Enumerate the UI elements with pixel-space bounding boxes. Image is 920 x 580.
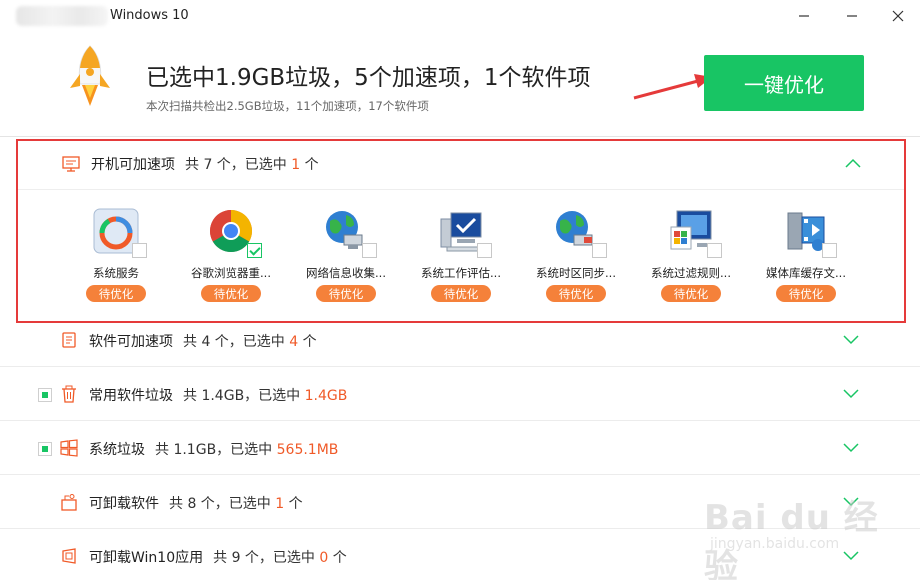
- chevron-down-icon[interactable]: [842, 387, 860, 399]
- item-checkbox[interactable]: [707, 243, 722, 258]
- item-checkbox[interactable]: [592, 243, 607, 258]
- uninstall-box-icon: [61, 494, 77, 511]
- item-name: 系统服务: [93, 266, 139, 280]
- trash-icon: [62, 385, 76, 403]
- section-title: 可卸载Win10应用: [89, 550, 204, 566]
- item-name: 系统时区同步...: [536, 266, 616, 280]
- startup-item[interactable]: 网络信息收集... 待优化: [288, 207, 404, 307]
- monitor-icon: [62, 156, 80, 172]
- item-checkbox[interactable]: [247, 243, 262, 258]
- section-stat: 共 8 个，已选中 1 个: [169, 496, 303, 512]
- section-title: 开机可加速项: [91, 157, 175, 173]
- section-header: 可卸载Win10应用共 9 个，已选中 0 个: [89, 547, 347, 567]
- section-checkbox[interactable]: [38, 442, 52, 456]
- chevron-down-icon[interactable]: [842, 549, 860, 561]
- section-stat: 共 1.1GB，已选中 565.1MB: [155, 442, 339, 458]
- item-name: 网络信息收集...: [306, 266, 386, 280]
- section-header: 系统垃圾共 1.1GB，已选中 565.1MB: [89, 439, 338, 459]
- chevron-down-icon[interactable]: [842, 441, 860, 453]
- pending-badge: 待优化: [776, 285, 836, 302]
- section-title: 常用软件垃圾: [89, 388, 173, 404]
- annotation-arrow: [633, 74, 712, 100]
- startup-item[interactable]: 系统工作评估... 待优化: [403, 207, 519, 307]
- section-title: 系统垃圾: [89, 442, 145, 458]
- section-stat: 共 9 个，已选中 0 个: [213, 550, 347, 566]
- section-header[interactable]: 开机可加速项共 7 个，已选中 1 个: [91, 154, 319, 174]
- windows-icon: [60, 439, 78, 457]
- item-name: 媒体库缓存文...: [766, 266, 846, 280]
- item-checkbox[interactable]: [132, 243, 147, 258]
- item-checkbox[interactable]: [362, 243, 377, 258]
- item-checkbox[interactable]: [477, 243, 492, 258]
- section-header: 软件可加速项共 4 个，已选中 4 个: [89, 331, 317, 351]
- rocket-icon: [70, 45, 110, 106]
- title-bar: Windows 10: [0, 0, 920, 32]
- startup-item[interactable]: 系统时区同步... 待优化: [518, 207, 634, 307]
- scan-summary: 本次扫描共检出2.5GB垃圾，11个加速项，17个软件项: [146, 99, 429, 113]
- item-checkbox[interactable]: [822, 243, 837, 258]
- close-button[interactable]: [884, 4, 912, 28]
- scan-headline: 已选中1.9GB垃圾，5个加速项，1个软件项: [146, 65, 591, 91]
- section-header: 可卸载软件共 8 个，已选中 1 个: [89, 493, 303, 513]
- startup-item[interactable]: 系统服务 待优化: [58, 207, 174, 307]
- uninstallable-win10-apps-section[interactable]: 可卸载Win10应用共 9 个，已选中 0 个: [0, 529, 920, 580]
- section-divider: [18, 189, 904, 190]
- pending-badge: 待优化: [201, 285, 261, 302]
- pending-badge: 待优化: [431, 285, 491, 302]
- common-software-junk-section[interactable]: 常用软件垃圾共 1.4GB，已选中 1.4GB: [0, 367, 920, 421]
- startup-item[interactable]: 媒体库缓存文... 待优化: [748, 207, 864, 307]
- chevron-up-icon[interactable]: [844, 157, 862, 169]
- startup-speedup-section: 开机可加速项共 7 个，已选中 1 个 系统服务 待优化 谷歌浏览器重... 待…: [16, 139, 906, 323]
- uninstallable-software-section[interactable]: 可卸载软件共 8 个，已选中 1 个: [0, 475, 920, 529]
- section-checkbox[interactable]: [38, 388, 52, 402]
- item-name: 系统工作评估...: [421, 266, 501, 280]
- item-name: 系统过滤规则...: [651, 266, 731, 280]
- win10-app-icon: [62, 548, 76, 564]
- header-divider: [0, 136, 920, 137]
- minimize-icon: [799, 15, 809, 17]
- window-title: Windows 10: [110, 8, 189, 23]
- maximize-icon: [847, 15, 857, 17]
- section-header: 常用软件垃圾共 1.4GB，已选中 1.4GB: [89, 385, 347, 405]
- system-junk-section[interactable]: 系统垃圾共 1.1GB，已选中 565.1MB: [0, 421, 920, 475]
- software-speed-icon: [62, 332, 76, 348]
- blurred-app-logo: [16, 6, 108, 26]
- maximize-button[interactable]: [838, 4, 866, 28]
- section-title: 可卸载软件: [89, 496, 159, 512]
- minimize-button[interactable]: [790, 4, 818, 28]
- software-speedup-section[interactable]: 软件可加速项共 4 个，已选中 4 个: [0, 313, 920, 367]
- pending-badge: 待优化: [546, 285, 606, 302]
- section-title: 软件可加速项: [89, 334, 173, 350]
- close-icon: [892, 10, 904, 22]
- startup-item[interactable]: 系统过滤规则... 待优化: [633, 207, 749, 307]
- section-stat: 共 7 个，已选中 1 个: [185, 157, 319, 173]
- chevron-down-icon[interactable]: [842, 495, 860, 507]
- section-stat: 共 4 个，已选中 4 个: [183, 334, 317, 350]
- item-name: 谷歌浏览器重...: [191, 266, 271, 280]
- one-click-optimize-button[interactable]: 一键优化: [704, 55, 864, 111]
- section-stat: 共 1.4GB，已选中 1.4GB: [183, 388, 348, 404]
- pending-badge: 待优化: [316, 285, 376, 302]
- pending-badge: 待优化: [86, 285, 146, 302]
- chevron-down-icon[interactable]: [842, 333, 860, 345]
- startup-item[interactable]: 谷歌浏览器重... 待优化: [173, 207, 289, 307]
- pending-badge: 待优化: [661, 285, 721, 302]
